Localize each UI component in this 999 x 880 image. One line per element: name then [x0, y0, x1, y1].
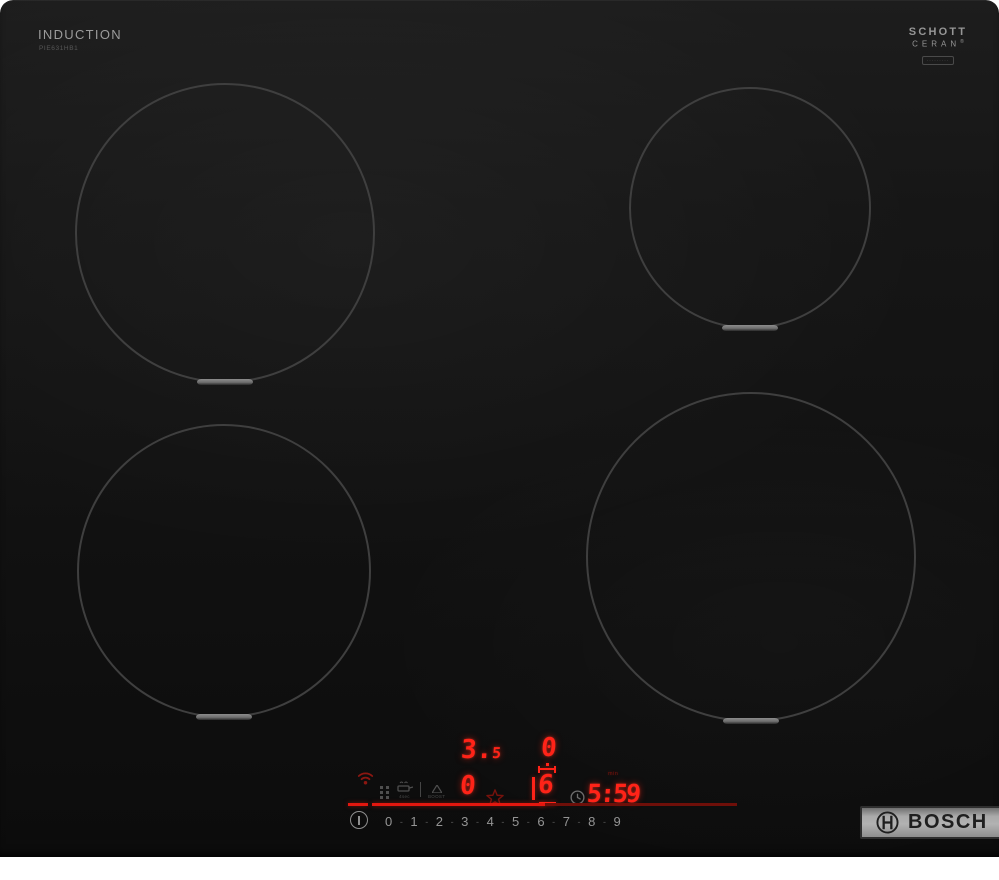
slider-separator: - [399, 816, 403, 827]
star-icon[interactable] [486, 789, 504, 811]
power-button[interactable] [350, 811, 368, 829]
slider-number[interactable]: 0 [385, 814, 392, 829]
slider-separator: - [501, 816, 505, 827]
decimal-sub-digit: 5 [491, 744, 502, 762]
slider-number[interactable]: 2 [436, 814, 443, 829]
schott-ceran-logo: SCHOTT CERAN® ········· [905, 26, 971, 67]
boost-key[interactable]: BOOST [428, 785, 445, 799]
pan-align-mark [722, 325, 778, 331]
pan-align-mark [196, 714, 252, 720]
schott-fineprint: ········· [921, 55, 955, 65]
slider-separator: - [552, 816, 556, 827]
divider [420, 782, 421, 797]
zone-select-marker-top [538, 765, 556, 773]
bosch-emblem-icon [876, 811, 899, 834]
keypad-icon [380, 786, 389, 799]
burner-front-left [77, 424, 371, 720]
pan-hint-label: 4sec [399, 794, 410, 799]
pan-icon [397, 781, 413, 792]
slider-number[interactable]: 8 [588, 814, 595, 829]
slider-line-active[interactable] [372, 803, 545, 806]
boost-arrow-icon [431, 785, 442, 793]
slider-number[interactable]: 9 [614, 814, 621, 829]
slider-separator: - [475, 816, 479, 827]
timer-unit-label: min [608, 771, 619, 777]
slider-separator: - [425, 816, 429, 827]
burner-back-left [75, 83, 375, 385]
boost-label: BOOST [428, 794, 446, 799]
ceran-line: CERAN® [912, 39, 964, 49]
display-front-right: 6 [536, 770, 555, 800]
pan-align-mark [723, 718, 779, 724]
accent-line-left [348, 803, 368, 806]
slider-separator: - [602, 816, 606, 827]
slider-number[interactable]: 6 [537, 814, 544, 829]
registered-mark: ® [960, 39, 964, 45]
zone-select-marker-dot [546, 763, 549, 766]
bosch-wordmark: BOSCH [908, 811, 988, 833]
slider-separator: - [526, 816, 530, 827]
slider-number[interactable]: 1 [410, 814, 417, 829]
display-front-left: 0 [458, 771, 477, 801]
induction-cooktop: INDUCTION PIE631HB1 SCHOTT CERAN® ······… [0, 0, 999, 880]
display-back-right: 0 [539, 733, 558, 763]
burner-back-right [629, 87, 871, 331]
slider-number[interactable]: 7 [563, 814, 570, 829]
pan-restart-key[interactable]: 4sec [396, 781, 413, 799]
burner-front-right [586, 392, 916, 724]
glass-surface: INDUCTION PIE631HB1 SCHOTT CERAN® ······… [0, 0, 999, 857]
printed-key-hints: 4sec BOOST [380, 781, 445, 799]
power-icon [358, 815, 360, 825]
front-metal-trim [0, 857, 999, 880]
clock-icon[interactable] [570, 790, 585, 810]
slider-number[interactable]: 3 [461, 814, 468, 829]
display-back-left: 3.5 [459, 735, 502, 765]
zone-select-marker-left [532, 777, 535, 800]
power-level-slider[interactable]: 0-1-2-3-4-5-6-7-8-9 [385, 814, 621, 829]
model-number: PIE631HB1 [39, 45, 79, 52]
wifi-icon [356, 770, 375, 791]
slider-number[interactable]: 5 [512, 814, 519, 829]
induction-label: INDUCTION [38, 27, 122, 42]
slider-separator: - [577, 816, 581, 827]
pan-align-mark [197, 379, 253, 385]
slider-number[interactable]: 4 [487, 814, 494, 829]
bosch-badge: BOSCH [860, 806, 999, 839]
schott-line: SCHOTT [908, 26, 968, 38]
slider-line-inactive[interactable] [545, 803, 737, 806]
slider-separator: - [450, 816, 454, 827]
